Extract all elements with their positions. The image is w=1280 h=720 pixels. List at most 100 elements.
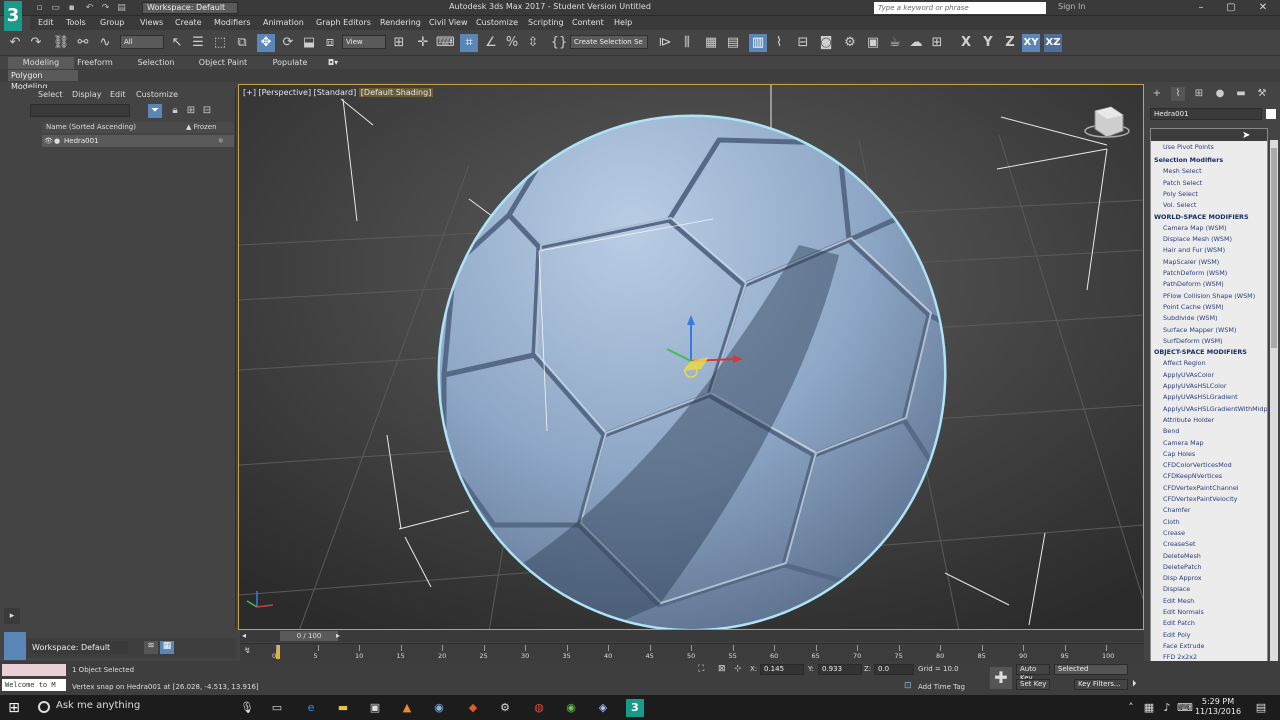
redo-icon[interactable]: ↷	[27, 34, 45, 52]
modifier-list-item[interactable]: Affect Region	[1163, 359, 1206, 368]
eye-icon[interactable]: 👁︎	[44, 135, 53, 147]
modifier-list-item[interactable]: Surface Mapper (WSM)	[1163, 326, 1236, 335]
modifier-list-item[interactable]: Cap Holes	[1163, 450, 1195, 459]
modifier-list-item[interactable]: Face Extrude	[1163, 642, 1204, 651]
select-and-rotate-icon[interactable]: ⟳	[279, 34, 297, 52]
minimize-icon[interactable]: –	[1188, 0, 1214, 16]
modifier-list-item[interactable]: ApplyUVAsColor	[1163, 371, 1214, 380]
modifier-list-header[interactable]	[1151, 129, 1267, 141]
app-logo[interactable]: 3	[4, 1, 22, 31]
display-tab-icon[interactable]: ▬	[1234, 87, 1248, 101]
modifier-list-item[interactable]: Bend	[1163, 427, 1179, 436]
close-icon[interactable]: ✕	[1250, 0, 1276, 16]
playback-icon[interactable]: ⏵	[1132, 679, 1137, 689]
pivot-center-icon[interactable]: ⊞	[390, 34, 408, 52]
viewport-shading-label[interactable]: [Default Shading]	[358, 88, 434, 97]
tab-populate[interactable]: Populate	[266, 57, 314, 69]
task-view-icon[interactable]: ▭	[268, 699, 286, 717]
select-and-place-icon[interactable]: ⧈	[321, 34, 339, 52]
menu-edit[interactable]: Edit	[38, 18, 54, 27]
select-and-scale-icon[interactable]: ⬓	[300, 34, 318, 52]
modifier-list-item[interactable]: Vol. Select	[1163, 201, 1196, 210]
axis-y-button[interactable]: Y	[979, 34, 997, 52]
scene-explorer-toggle-icon[interactable]: ▦	[160, 641, 174, 654]
cortana-search[interactable]: Ask me anything	[56, 700, 140, 711]
spinner-snap-icon[interactable]: ⇳	[524, 34, 542, 52]
se-menu-customize[interactable]: Customize	[136, 90, 178, 99]
save-file-icon[interactable]: ▪	[66, 3, 77, 13]
menu-civil-view[interactable]: Civil View	[429, 18, 468, 27]
material-editor-icon[interactable]: ◙	[817, 34, 835, 52]
menu-graph-editors[interactable]: Graph Editors	[316, 18, 371, 27]
link-icon[interactable]: ⛓	[52, 34, 70, 52]
modifier-list-item[interactable]: ApplyUVAsHSLColor	[1163, 382, 1227, 391]
maximize-icon[interactable]: ▢	[1218, 0, 1244, 16]
se-menu-select[interactable]: Select	[38, 90, 63, 99]
select-by-name-icon[interactable]: ☰	[189, 34, 207, 52]
menu-modifiers[interactable]: Modifiers	[214, 18, 251, 27]
modifier-list-item[interactable]: Displace Mesh (WSM)	[1163, 235, 1232, 244]
notification-chevron-icon[interactable]: ˄	[1122, 699, 1140, 717]
time-tag-icon[interactable]: ⊡	[904, 681, 912, 691]
menu-rendering[interactable]: Rendering	[380, 18, 421, 27]
modifier-list-item[interactable]: Edit Poly	[1163, 631, 1191, 640]
modifier-list-item[interactable]: PathDeform (WSM)	[1163, 280, 1224, 289]
action-center-icon[interactable]: ▤	[1252, 699, 1270, 717]
modifier-list-item[interactable]: Displace	[1163, 585, 1190, 594]
layer-explorer-icon[interactable]: ▦	[702, 34, 720, 52]
tab-object-paint[interactable]: Object Paint	[196, 57, 250, 69]
modifier-list-item[interactable]: ApplyUVAsHSLGradient	[1163, 393, 1238, 402]
mirror-icon[interactable]: ⧐	[656, 34, 674, 52]
time-slider[interactable]: 0 / 100	[280, 631, 338, 641]
workspace-selector[interactable]: Workspace: Default	[30, 641, 128, 654]
maxscript-listener[interactable]	[2, 664, 66, 676]
render-icon[interactable]: ☕	[886, 34, 904, 52]
perspective-viewport[interactable]: [+] [Perspective] [Standard] [Default Sh…	[238, 84, 1144, 630]
object-color-swatch[interactable]	[1266, 109, 1276, 119]
modifier-list-item[interactable]: PFlow Collision Shape (WSM)	[1163, 292, 1255, 301]
undo-icon[interactable]: ↶	[84, 3, 95, 13]
select-object-icon[interactable]: ↖	[168, 34, 186, 52]
modifier-list-item[interactable]: SurfDeform (WSM)	[1163, 337, 1223, 346]
windows-start-icon[interactable]: ⊞	[4, 699, 24, 717]
next-frame-icon[interactable]: ▸	[336, 631, 346, 641]
file-explorer-icon[interactable]: ▬	[334, 699, 352, 717]
modifier-list-item[interactable]: ApplyUVAsHSLGradientWithMidp	[1163, 405, 1267, 414]
open-file-icon[interactable]: ▭	[50, 3, 61, 13]
selection-filter-dropdown[interactable]: All	[120, 35, 164, 49]
axis-xz-button[interactable]: XZ	[1044, 34, 1062, 52]
modifier-list-item[interactable]: Attribute Holder	[1163, 416, 1214, 425]
create-tab-icon[interactable]: +	[1150, 87, 1164, 101]
a360-gallery-icon[interactable]: ⊞	[928, 34, 946, 52]
modifier-list-item[interactable]: Disp Approx	[1163, 574, 1202, 583]
modifier-list-item[interactable]: Poly Select	[1163, 190, 1198, 199]
window-crossing-icon[interactable]: ⧉	[233, 34, 251, 52]
modifier-list-item[interactable]: Edit Normals	[1163, 608, 1204, 617]
column-name[interactable]: Name (Sorted Ascending)	[46, 122, 136, 133]
curve-editor-icon[interactable]: ⌇	[770, 34, 788, 52]
ribbon-toggle-icon[interactable]: ▤	[724, 34, 742, 52]
vlc-icon[interactable]: ▲	[398, 699, 416, 717]
cortana-icon[interactable]	[38, 701, 50, 713]
maxscript-mini-listener[interactable]: Welcome to M	[2, 679, 66, 691]
manipulate-icon[interactable]: ✛	[414, 34, 432, 52]
frozen-icon[interactable]: ❄	[218, 135, 224, 147]
lock-icon[interactable]: 🔒︎	[168, 104, 182, 118]
percent-snap-icon[interactable]: %	[503, 34, 521, 52]
scrollbar-thumb[interactable]	[1271, 148, 1277, 348]
unlink-icon[interactable]: ⚯	[74, 34, 92, 52]
rectangular-selection-icon[interactable]: ⬚	[211, 34, 229, 52]
curve-editor-mini-icon[interactable]: ↯	[244, 646, 251, 655]
store-icon[interactable]: ▣	[366, 699, 384, 717]
se-menu-display[interactable]: Display	[72, 90, 102, 99]
modifier-list-item[interactable]: Edit Patch	[1163, 619, 1195, 628]
3ds-max-taskbar-icon[interactable]: 3	[626, 699, 644, 717]
schematic-view-icon[interactable]: ⊟	[794, 34, 812, 52]
align-icon[interactable]: ⫼	[678, 34, 696, 52]
modifier-list-dropdown[interactable]: Use Pivot Points Selection Modifiers Mesh …	[1150, 128, 1268, 686]
ribbon-polygon-modeling[interactable]: Polygon Modeling	[8, 70, 78, 91]
se-menu-edit[interactable]: Edit	[110, 90, 126, 99]
modifier-list-item[interactable]: CFDColorVerticesMod	[1163, 461, 1232, 470]
rendered-frame-window-icon[interactable]: ▣	[864, 34, 882, 52]
microphone-icon[interactable]: 🎙︎	[238, 699, 256, 717]
